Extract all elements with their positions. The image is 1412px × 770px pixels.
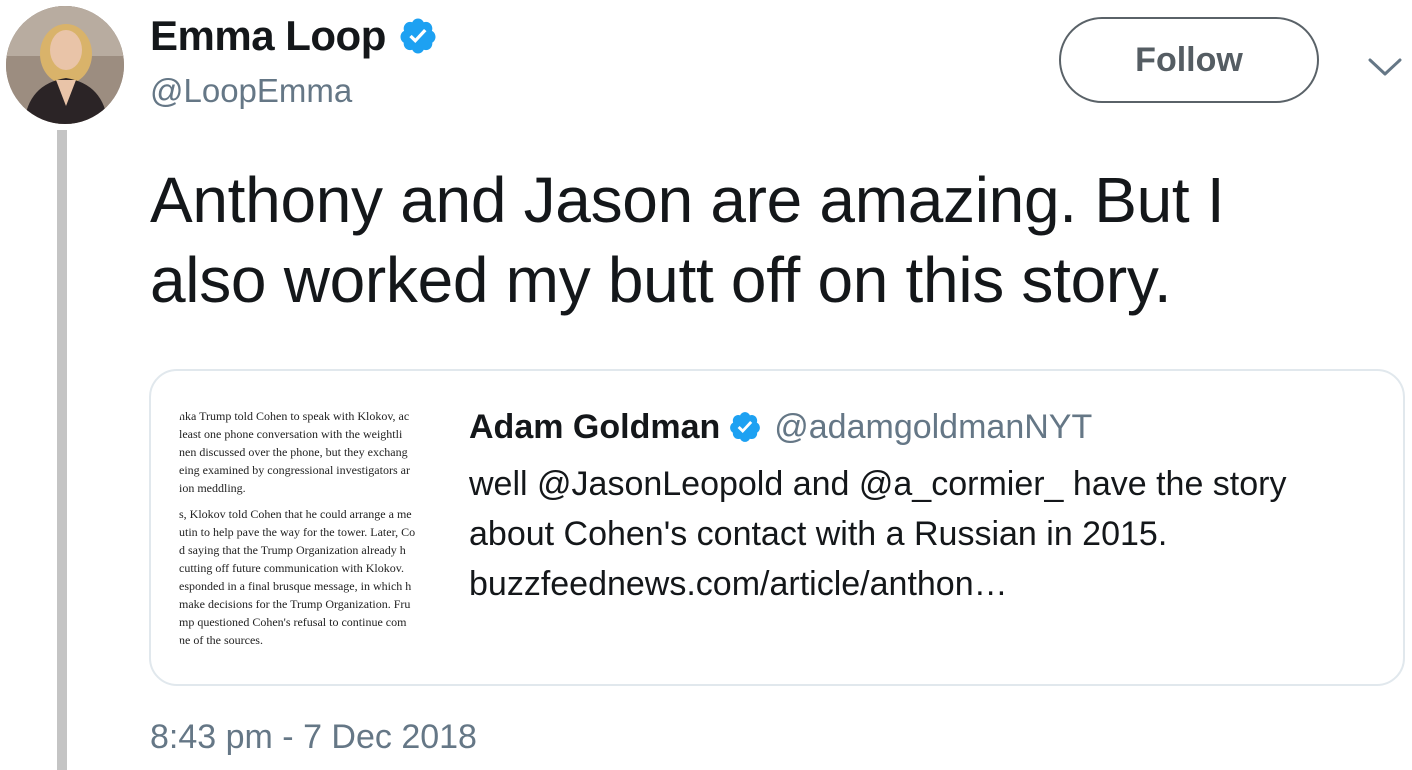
thumbnail-article-text: nka Trump told Cohen to speak with Kloko… — [179, 407, 441, 649]
thumbnail-line: eing examined by congressional investiga… — [179, 463, 410, 477]
tweet-text-line: also worked my butt off on this story. — [150, 244, 1172, 316]
thumbnail-line: ne of the sources. — [179, 633, 263, 647]
quoted-tweet-link[interactable]: buzzfeednews.com/article/anthon… — [469, 559, 1369, 609]
author-display-name[interactable]: Emma Loop — [150, 12, 386, 60]
avatar[interactable] — [6, 6, 124, 124]
quoted-author-handle[interactable]: @adamgoldmanNYT — [774, 408, 1092, 447]
thumbnail-line: s, Klokov told Cohen that he could arran… — [179, 507, 412, 521]
thumbnail-line: nen discussed over the phone, but they e… — [179, 445, 408, 459]
thumbnail-line: utin to help pave the way for the tower.… — [179, 525, 416, 539]
author-handle[interactable]: @LoopEmma — [150, 72, 352, 110]
chevron-down-icon[interactable] — [1364, 52, 1406, 82]
thumbnail-line: d saying that the Trump Organization alr… — [179, 543, 406, 557]
thumbnail-line: least one phone conversation with the we… — [179, 427, 403, 441]
quoted-tweet-thumbnail[interactable]: nka Trump told Cohen to speak with Kloko… — [179, 399, 441, 661]
tweet-text-line: Anthony and Jason are amazing. But I — [150, 164, 1225, 236]
thread-line — [57, 130, 67, 770]
quoted-tweet-header[interactable]: Adam Goldman @adamgoldmanNYT — [469, 405, 1092, 449]
quoted-author-display-name[interactable]: Adam Goldman — [469, 408, 720, 447]
thumbnail-line: nka Trump told Cohen to speak with Kloko… — [179, 409, 410, 423]
thumbnail-line: ion meddling. — [179, 481, 246, 495]
thumbnail-line: esponded in a final brusque message, in … — [179, 579, 412, 593]
verified-badge-icon — [398, 16, 438, 56]
quoted-tweet-body-line: well @JasonLeopold and @a_cormier_ have … — [469, 465, 1287, 503]
thumbnail-line: mp questioned Cohen's refusal to continu… — [179, 615, 407, 629]
quoted-tweet-body-line: about Cohen's contact with a Russian in … — [469, 515, 1168, 553]
quoted-tweet-body: well @JasonLeopold and @a_cormier_ have … — [469, 459, 1369, 609]
quoted-tweet-card[interactable]: nka Trump told Cohen to speak with Kloko… — [149, 369, 1405, 686]
tweet-text: Anthony and Jason are amazing. But I als… — [150, 160, 1390, 320]
thumbnail-paragraph-gap — [179, 497, 441, 505]
tweet-timestamp[interactable]: 8:43 pm - 7 Dec 2018 — [150, 718, 477, 757]
thumbnail-line: cutting off future communication with Kl… — [179, 561, 404, 575]
avatar-image — [6, 6, 124, 124]
author-row[interactable]: Emma Loop — [150, 12, 438, 60]
follow-button[interactable]: Follow — [1059, 17, 1319, 103]
verified-badge-icon — [728, 410, 762, 444]
thumbnail-line: make decisions for the Trump Organizatio… — [179, 597, 411, 611]
